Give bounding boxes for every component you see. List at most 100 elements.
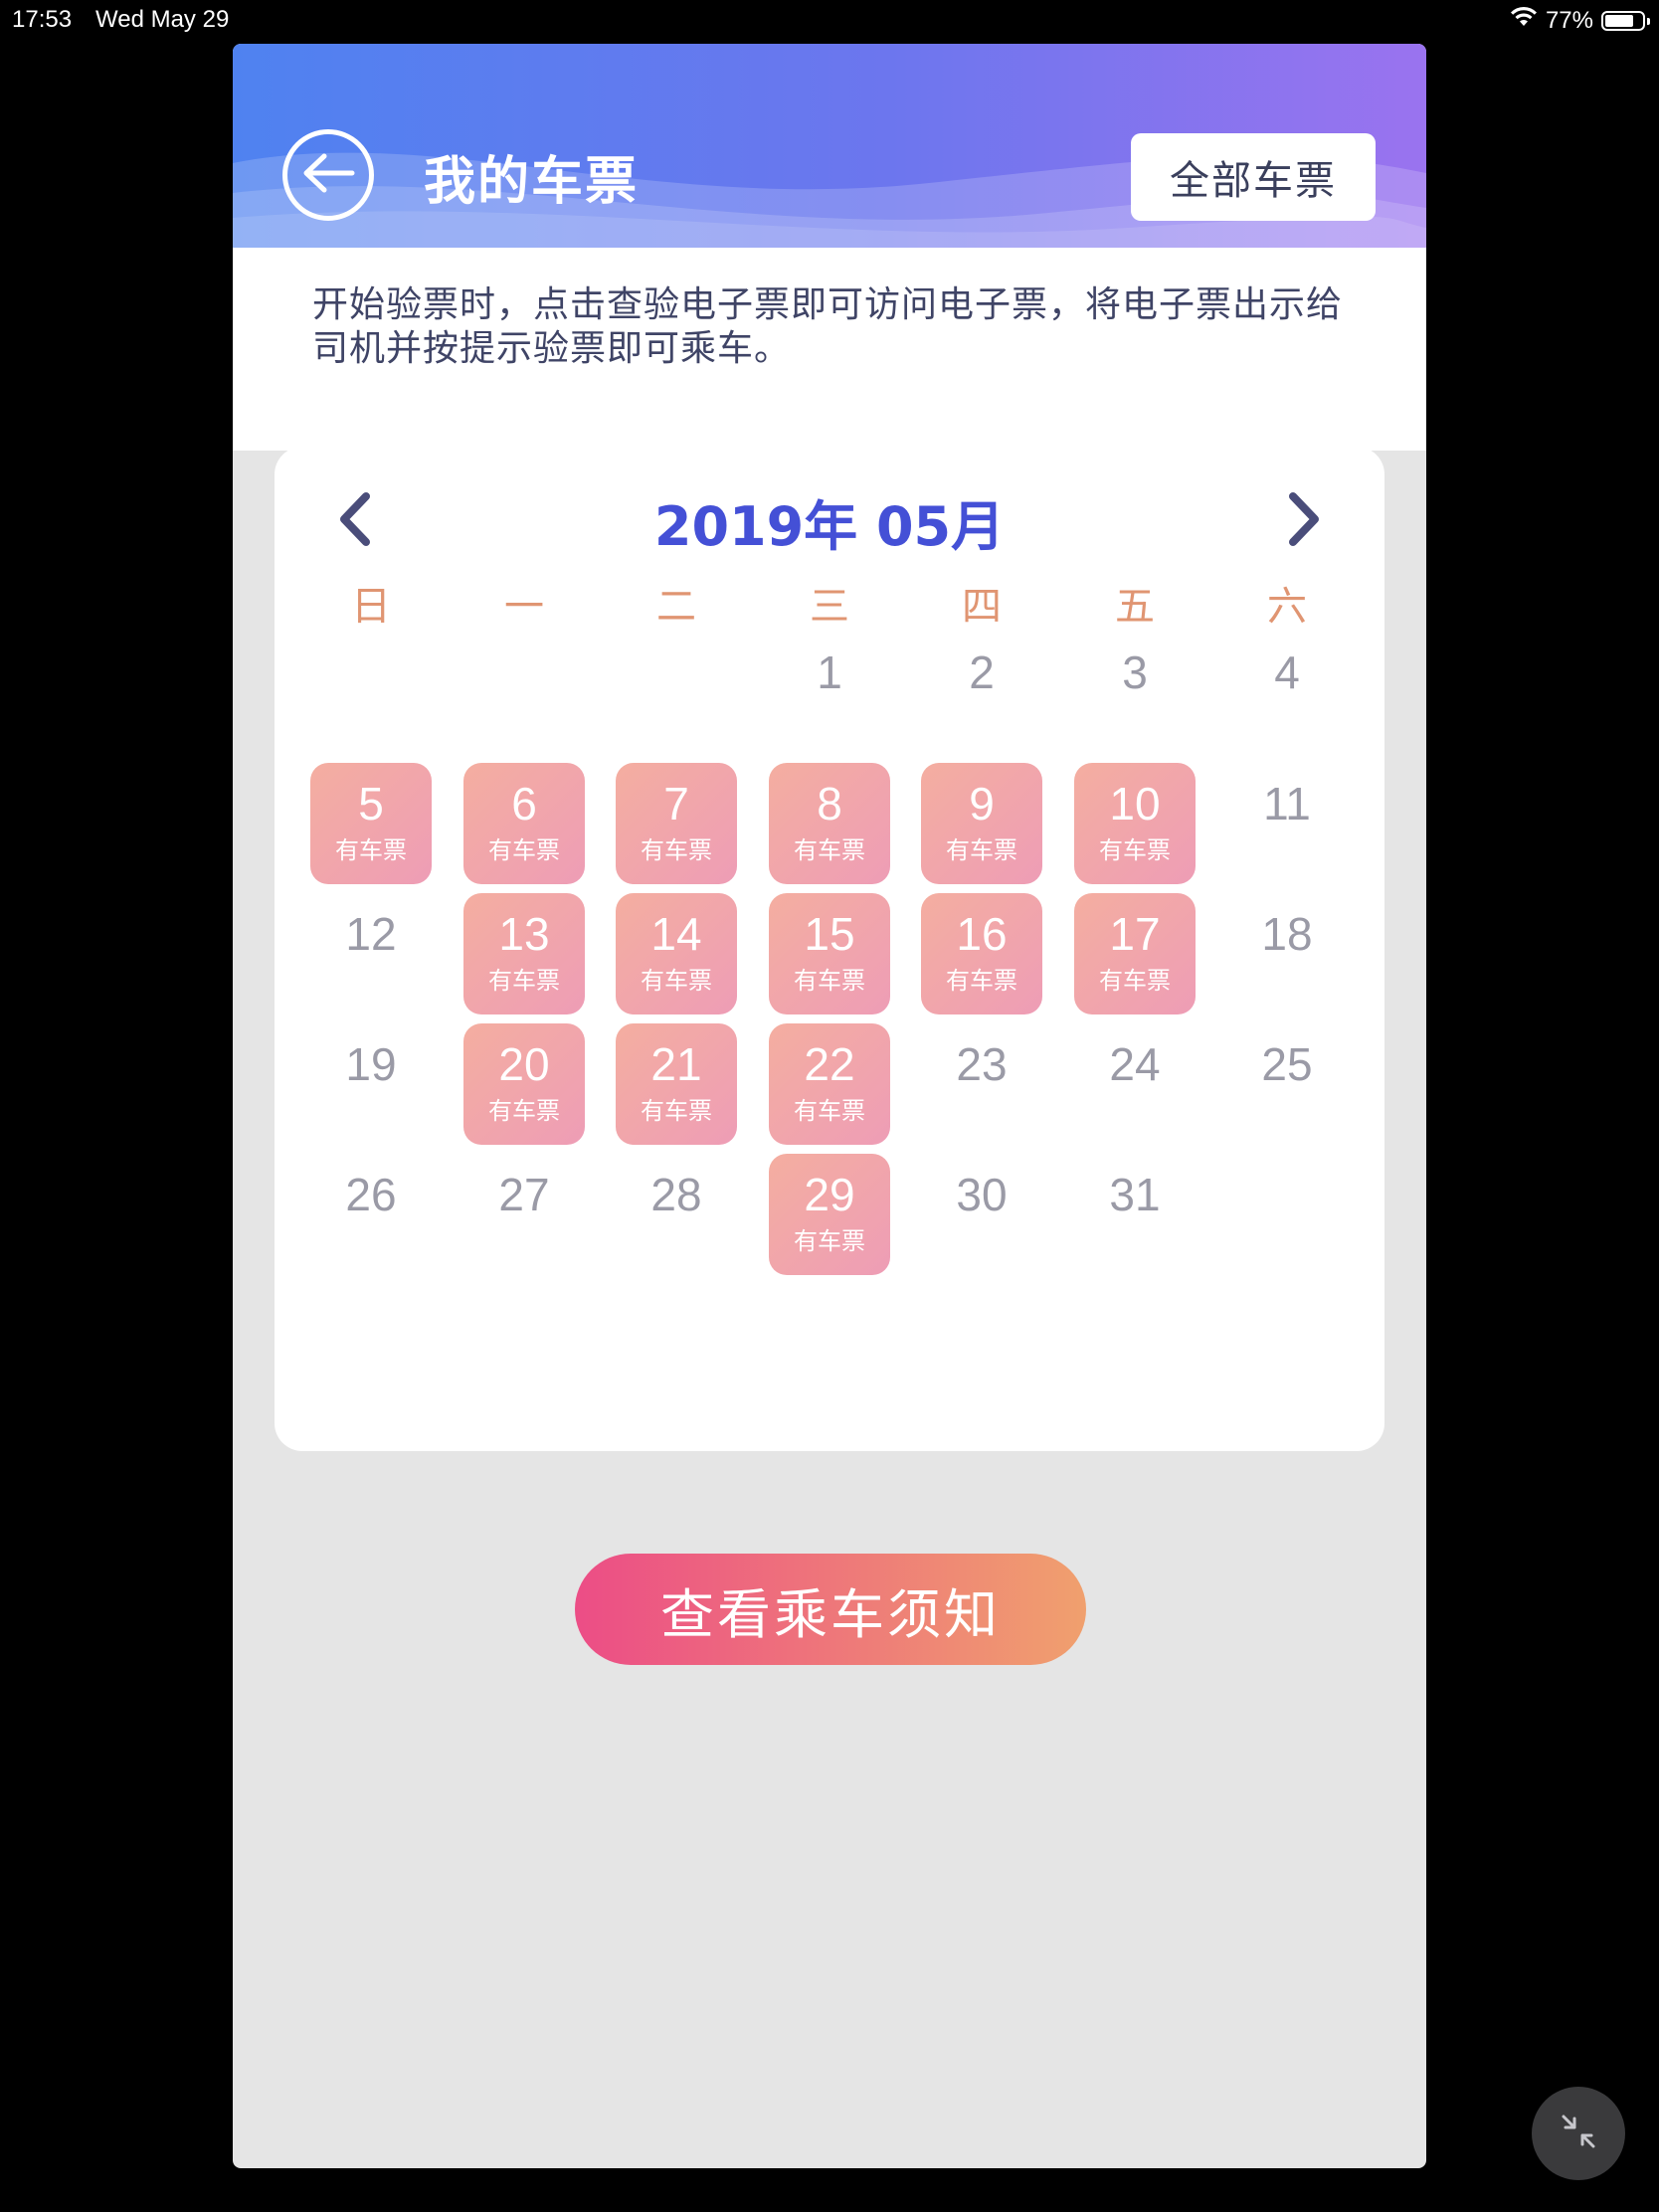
calendar-day-with-ticket[interactable]: 29 有车票 xyxy=(769,1154,890,1275)
day-number: 10 xyxy=(1109,778,1161,830)
day-number: 19 xyxy=(345,1038,397,1090)
weekday-label: 六 xyxy=(1267,584,1307,630)
calendar-day-with-ticket[interactable]: 7 有车票 xyxy=(616,763,737,884)
day-number: 29 xyxy=(804,1169,855,1220)
day-number: 26 xyxy=(345,1169,397,1220)
status-date: Wed May 29 xyxy=(95,6,230,33)
day-number: 12 xyxy=(345,908,397,960)
calendar-day-with-ticket[interactable]: 9 有车票 xyxy=(921,763,1042,884)
battery-level xyxy=(1605,14,1633,27)
ticket-tag: 有车票 xyxy=(946,967,1017,995)
day-number: 17 xyxy=(1109,908,1161,960)
notice-text: 开始验票时，点击查验电子票即可访问电子票，将电子票出示给司机并按提示验票即可乘车… xyxy=(312,284,1344,369)
wifi-icon xyxy=(1510,6,1538,35)
calendar-card: 2019年 05月 日一二三四五六 1 2 3 4 5 有车票 6 有车票 7 有车票 8 有车票 9 有… xyxy=(275,447,1384,1451)
calendar-day[interactable]: 4 xyxy=(1226,632,1348,753)
battery-icon xyxy=(1601,10,1650,31)
status-indicators: 77% xyxy=(1510,6,1650,35)
weekday-label: 五 xyxy=(1115,584,1155,630)
ticket-tag: 有车票 xyxy=(1099,967,1171,995)
day-number: 23 xyxy=(956,1038,1008,1090)
ticket-tag: 有车票 xyxy=(488,836,560,864)
calendar-day[interactable]: 30 xyxy=(921,1154,1042,1275)
weekday-label: 三 xyxy=(810,584,849,630)
day-number: 14 xyxy=(650,908,702,960)
day-number: 16 xyxy=(956,908,1008,960)
ticket-tag: 有车票 xyxy=(946,836,1017,864)
weekday-label: 日 xyxy=(351,584,391,630)
calendar-day[interactable]: 25 xyxy=(1226,1023,1348,1145)
calendar-day-with-ticket[interactable]: 13 有车票 xyxy=(463,893,585,1014)
calendar-day[interactable]: 28 xyxy=(616,1154,737,1275)
day-number: 3 xyxy=(1122,646,1148,698)
calendar-day[interactable]: 27 xyxy=(463,1154,585,1275)
minimize-button[interactable] xyxy=(1532,2087,1625,2180)
day-number: 2 xyxy=(969,646,995,698)
day-number: 21 xyxy=(650,1038,702,1090)
ticket-tag: 有车票 xyxy=(641,836,712,864)
next-month-button[interactable] xyxy=(1279,484,1329,554)
calendar-day[interactable]: 11 xyxy=(1226,763,1348,884)
day-number: 7 xyxy=(663,778,689,830)
calendar-day[interactable]: 23 xyxy=(921,1023,1042,1145)
ticket-tag: 有车票 xyxy=(794,967,865,995)
battery-percent: 77% xyxy=(1545,6,1593,34)
day-number: 30 xyxy=(956,1169,1008,1220)
day-number: 6 xyxy=(511,778,537,830)
calendar-day-with-ticket[interactable]: 16 有车票 xyxy=(921,893,1042,1014)
calendar-day[interactable]: 1 xyxy=(769,632,890,753)
day-number: 11 xyxy=(1263,778,1311,830)
calendar-day[interactable]: 24 xyxy=(1074,1023,1196,1145)
status-bar: 17:53 Wed May 29 77% xyxy=(0,0,1659,40)
day-number: 8 xyxy=(817,778,842,830)
chevron-right-icon xyxy=(1279,492,1329,558)
ticket-tag: 有车票 xyxy=(488,967,560,995)
calendar-day-with-ticket[interactable]: 20 有车票 xyxy=(463,1023,585,1145)
day-number: 13 xyxy=(498,908,550,960)
calendar-day[interactable]: 3 xyxy=(1074,632,1196,753)
minimize-icon xyxy=(1554,2107,1603,2160)
status-time: 17:53 xyxy=(12,6,73,33)
calendar-day-with-ticket[interactable]: 5 有车票 xyxy=(310,763,432,884)
day-number: 22 xyxy=(804,1038,855,1090)
all-tickets-button[interactable]: 全部车票 xyxy=(1131,133,1376,221)
calendar-day[interactable]: 2 xyxy=(921,632,1042,753)
calendar-day-with-ticket[interactable]: 15 有车票 xyxy=(769,893,890,1014)
calendar-day[interactable]: 26 xyxy=(310,1154,432,1275)
calendar-day[interactable]: 18 xyxy=(1226,893,1348,1014)
back-arrow-icon xyxy=(300,151,356,199)
calendar-title: 2019年 05月 xyxy=(653,495,1006,558)
calendar-day[interactable]: 31 xyxy=(1074,1154,1196,1275)
calendar-day[interactable]: 19 xyxy=(310,1023,432,1145)
ticket-tag: 有车票 xyxy=(794,836,865,864)
ticket-tag: 有车票 xyxy=(1099,836,1171,864)
view-riding-notice-button[interactable]: 查看乘车须知 xyxy=(575,1554,1086,1665)
calendar-day[interactable]: 12 xyxy=(310,893,432,1014)
ticket-tag: 有车票 xyxy=(794,1227,865,1255)
ticket-tag: 有车票 xyxy=(794,1097,865,1125)
day-number: 25 xyxy=(1261,1038,1313,1090)
app-window: 我的车票 全部车票 开始验票时，点击查验电子票即可访问电子票，将电子票出示给司机… xyxy=(233,44,1426,2168)
day-number: 5 xyxy=(358,778,384,830)
calendar-day-with-ticket[interactable]: 10 有车票 xyxy=(1074,763,1196,884)
calendar-day-with-ticket[interactable]: 14 有车票 xyxy=(616,893,737,1014)
calendar-day-with-ticket[interactable]: 8 有车票 xyxy=(769,763,890,884)
day-number: 15 xyxy=(804,908,855,960)
ticket-tag: 有车票 xyxy=(641,1097,712,1125)
calendar-day-with-ticket[interactable]: 17 有车票 xyxy=(1074,893,1196,1014)
calendar-day-with-ticket[interactable]: 21 有车票 xyxy=(616,1023,737,1145)
calendar-day-with-ticket[interactable]: 22 有车票 xyxy=(769,1023,890,1145)
calendar-day-with-ticket[interactable]: 6 有车票 xyxy=(463,763,585,884)
ticket-tag: 有车票 xyxy=(335,836,407,864)
weekday-label: 二 xyxy=(656,584,696,630)
page-title: 我的车票 xyxy=(424,152,640,212)
day-number: 27 xyxy=(498,1169,550,1220)
weekday-label: 一 xyxy=(504,584,544,630)
ticket-tag: 有车票 xyxy=(488,1097,560,1125)
back-button[interactable] xyxy=(282,129,374,221)
day-number: 24 xyxy=(1109,1038,1161,1090)
day-number: 28 xyxy=(650,1169,702,1220)
header-bar: 我的车票 全部车票 xyxy=(233,44,1426,248)
weekday-label: 四 xyxy=(962,584,1002,630)
day-number: 4 xyxy=(1274,646,1300,698)
